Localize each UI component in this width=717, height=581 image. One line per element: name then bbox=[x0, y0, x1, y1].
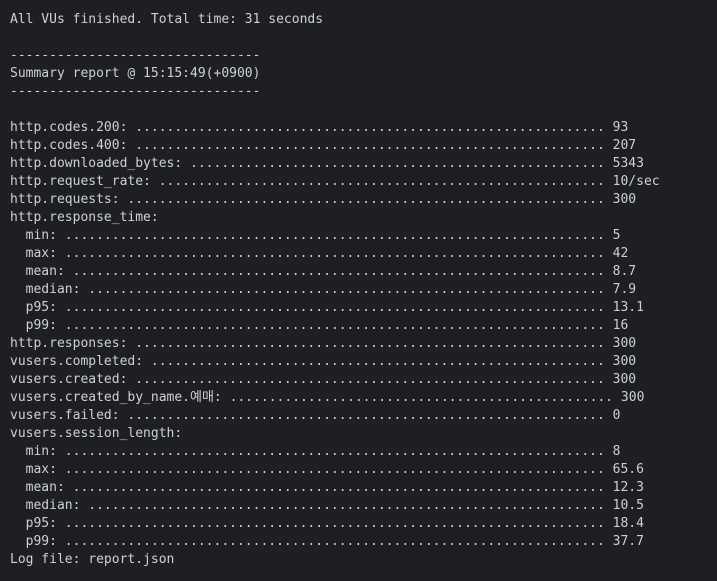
metric-line: http.downloaded_bytes: .................… bbox=[10, 156, 644, 171]
metric-line: max: ...................................… bbox=[10, 246, 629, 261]
summary-header: Summary report @ 15:15:49(+0900) bbox=[10, 66, 261, 81]
metric-line: http.responses: ........................… bbox=[10, 336, 637, 351]
metric-line: median: ................................… bbox=[10, 498, 644, 513]
metric-line: median: ................................… bbox=[10, 282, 637, 297]
metric-line: min: ...................................… bbox=[10, 228, 621, 243]
metric-line: p99: ...................................… bbox=[10, 534, 644, 549]
metric-line: mean: ..................................… bbox=[10, 480, 644, 495]
metric-group-label: http.response_time: bbox=[10, 210, 159, 225]
separator-bottom: -------------------------------- bbox=[10, 84, 261, 99]
metric-line: p95: ...................................… bbox=[10, 300, 644, 315]
metric-line: vusers.created: ........................… bbox=[10, 372, 637, 387]
metric-line: max: ...................................… bbox=[10, 462, 644, 477]
metric-line: http.codes.400: ........................… bbox=[10, 138, 637, 153]
metric-line: vusers.created_by_name.예매: .............… bbox=[10, 390, 645, 405]
metric-line: p99: ...................................… bbox=[10, 318, 629, 333]
metric-group-label: vusers.session_length: bbox=[10, 426, 183, 441]
metric-line: mean: ..................................… bbox=[10, 264, 637, 279]
metric-line: p95: ...................................… bbox=[10, 516, 644, 531]
finished-line: All VUs finished. Total time: 31 seconds bbox=[10, 12, 324, 27]
log-file-line: Log file: report.json bbox=[10, 552, 175, 567]
metric-line: http.requests: .........................… bbox=[10, 192, 637, 207]
metric-line: vusers.failed: .........................… bbox=[10, 408, 621, 423]
metrics-list: http.codes.200: ........................… bbox=[10, 119, 717, 551]
metric-line: vusers.completed: ......................… bbox=[10, 354, 637, 369]
separator-top: -------------------------------- bbox=[10, 48, 261, 63]
metric-line: http.codes.200: ........................… bbox=[10, 120, 629, 135]
metric-line: http.request_rate: .....................… bbox=[10, 174, 660, 189]
metric-line: min: ...................................… bbox=[10, 444, 621, 459]
terminal-output: All VUs finished. Total time: 31 seconds… bbox=[0, 0, 717, 581]
